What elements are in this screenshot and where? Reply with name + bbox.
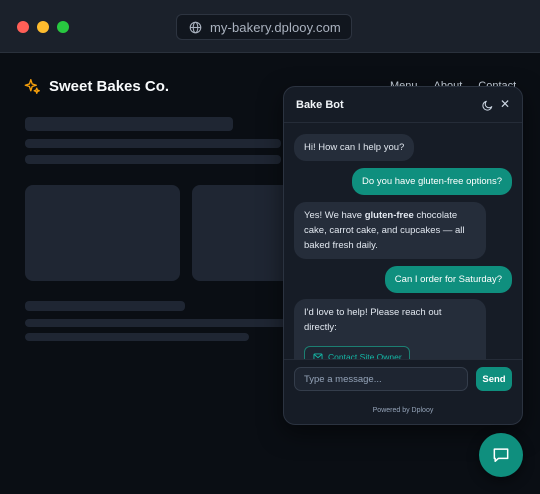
address-bar[interactable]: my-bakery.dplooy.com (176, 14, 352, 40)
skeleton-line (25, 319, 295, 327)
url-text: my-bakery.dplooy.com (210, 19, 341, 35)
message-input[interactable]: Type a message... (294, 367, 468, 391)
browser-toolbar: my-bakery.dplooy.com (0, 0, 540, 53)
bot-message: Hi! How can I help you? (294, 134, 415, 161)
message-text: Do you have gluten-free options? (362, 176, 502, 187)
message-text: I'd love to help! Please reach out direc… (304, 307, 442, 333)
skeleton-line (25, 333, 249, 341)
chat-bubble-icon (493, 448, 509, 462)
mail-icon (313, 353, 323, 359)
minimize-window-button[interactable] (37, 21, 49, 33)
chat-composer: Type a message... Send (284, 359, 522, 401)
site-brand-name: Sweet Bakes Co. (49, 78, 170, 95)
powered-by: Powered by Dplooy (372, 407, 434, 414)
bot-message: Yes! We have gluten-free chocolate cake,… (294, 202, 486, 259)
message-text: Yes! We have (304, 210, 365, 221)
skeleton-card (192, 185, 292, 281)
moon-icon[interactable] (482, 99, 494, 111)
message-bold-text: gluten-free (364, 210, 414, 221)
user-message: Do you have gluten-free options? (352, 168, 512, 195)
chat-header: Bake Bot ✕ (284, 87, 522, 123)
chat-widget: Bake Bot ✕ Hi! How can I help you? Do yo… (283, 86, 523, 425)
skeleton-line (25, 155, 281, 164)
message-text: Hi! How can I help you? (304, 142, 405, 153)
maximize-window-button[interactable] (57, 21, 69, 33)
skeleton-heading (25, 117, 233, 131)
send-button-label: Send (482, 373, 506, 385)
contact-site-owner-button[interactable]: Contact Site Owner (304, 346, 410, 359)
send-button[interactable]: Send (476, 367, 512, 391)
sparkles-icon (24, 79, 40, 94)
message-list: Hi! How can I help you? Do you have glut… (284, 124, 522, 359)
skeleton-line (25, 139, 281, 148)
close-window-button[interactable] (17, 21, 29, 33)
contact-button-label: Contact Site Owner (328, 351, 402, 360)
user-message: Can I order for Saturday? (384, 266, 512, 293)
skeleton-card (25, 185, 180, 281)
chat-title: Bake Bot (296, 98, 344, 111)
message-text: Can I order for Saturday? (394, 274, 502, 285)
skeleton-subheading (25, 301, 185, 311)
message-input-placeholder: Type a message... (304, 373, 382, 385)
close-icon[interactable]: ✕ (500, 97, 510, 111)
bot-message: I'd love to help! Please reach out direc… (294, 299, 486, 359)
globe-icon (189, 21, 202, 33)
chat-launcher-button[interactable] (479, 433, 523, 477)
site-brand[interactable]: Sweet Bakes Co. (24, 78, 169, 95)
browser-window: my-bakery.dplooy.com Sweet Bakes Co. Men… (0, 0, 540, 494)
